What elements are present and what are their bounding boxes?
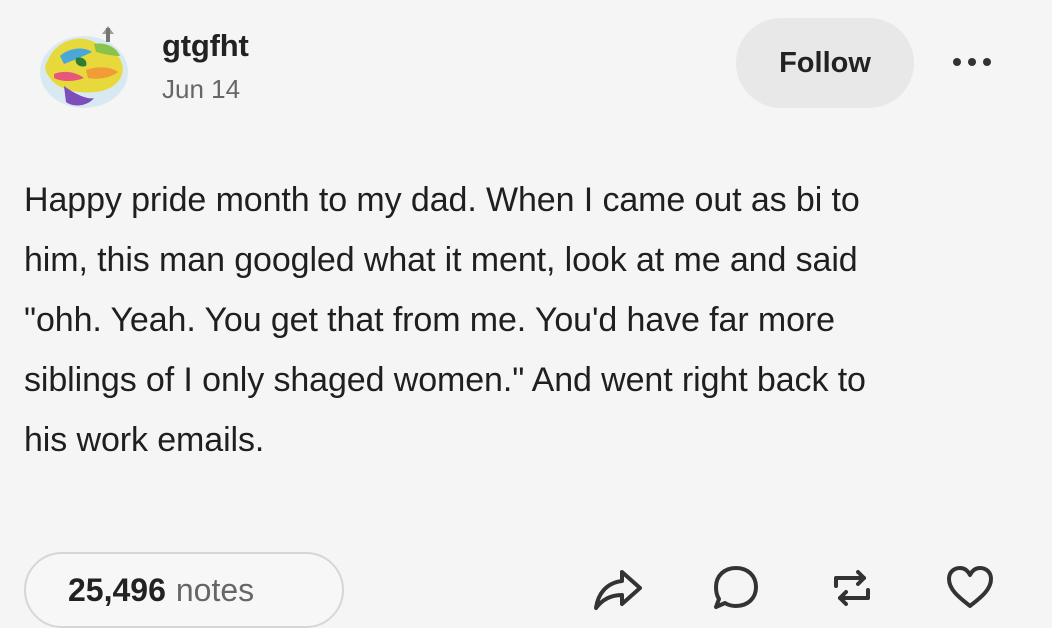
follow-button[interactable]: Follow xyxy=(736,18,914,108)
post-card: gtgfht Jun 14 Follow Happy pride month t… xyxy=(0,0,1052,628)
notes-count: 25,496 xyxy=(68,571,166,608)
post-body: Happy pride month to my dad. When I came… xyxy=(24,170,1034,470)
post-body-line: Happy pride month to my dad. When I came… xyxy=(24,181,860,219)
ellipsis-icon[interactable] xyxy=(940,42,1004,82)
ellipsis-dot xyxy=(983,58,991,66)
like-icon[interactable] xyxy=(942,560,998,616)
post-header: gtgfht Jun 14 Follow xyxy=(34,18,1024,118)
ellipsis-dot xyxy=(953,58,961,66)
post-date[interactable]: Jun 14 xyxy=(162,74,249,105)
post-body-line: him, this man googled what it ment, look… xyxy=(24,241,858,279)
notes-label: notes xyxy=(175,571,255,608)
reply-icon[interactable] xyxy=(708,560,764,616)
reblog-icon[interactable] xyxy=(824,560,880,616)
share-icon[interactable] xyxy=(590,560,646,616)
avatar-image xyxy=(40,26,128,108)
ellipsis-dot xyxy=(968,58,976,66)
post-footer: 25,496 notes xyxy=(24,548,1034,628)
post-body-line: siblings of I only shaged women." And we… xyxy=(24,361,866,399)
username[interactable]: gtgfht xyxy=(162,28,249,64)
post-body-line: his work emails. xyxy=(24,421,265,459)
post-body-line: "ohh. Yeah. You get that from me. You'd … xyxy=(24,301,835,339)
avatar[interactable] xyxy=(34,20,134,116)
author-info: gtgfht Jun 14 xyxy=(162,28,249,105)
notes-button[interactable]: 25,496 notes xyxy=(24,552,344,628)
